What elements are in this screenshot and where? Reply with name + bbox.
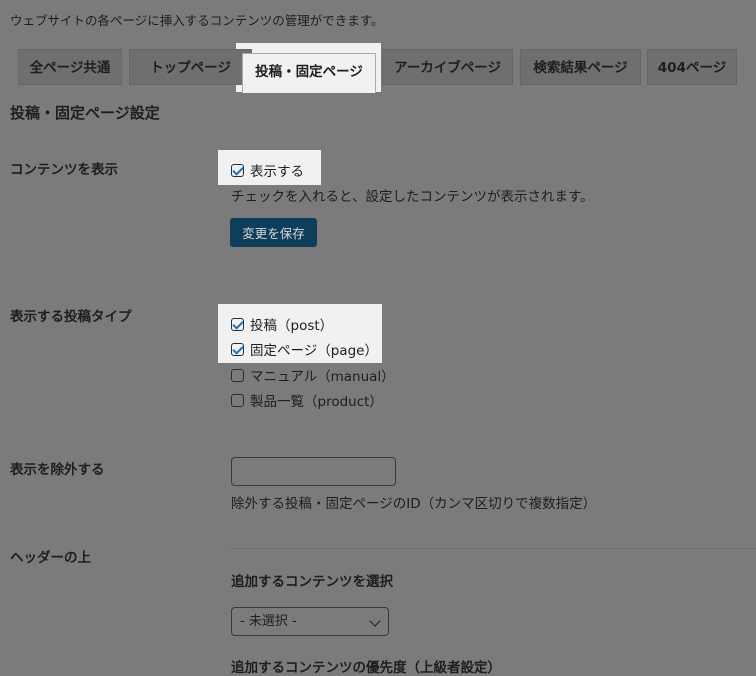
section-title: 投稿・固定ページ設定 xyxy=(10,104,160,122)
post-type-manual-label: マニュアル（manual） xyxy=(250,369,395,385)
post-type-post-checkbox[interactable] xyxy=(231,317,244,331)
divider xyxy=(230,548,756,549)
display-checkbox-row[interactable]: 表示する xyxy=(231,160,304,180)
save-button[interactable]: 変更を保存 xyxy=(230,218,317,247)
exclude-description: 除外する投稿・固定ページのID（カンマ区切りで複数指定） xyxy=(231,496,597,512)
exclude-label: 表示を除外する xyxy=(10,462,105,478)
exclude-input[interactable] xyxy=(231,457,396,486)
tab-404[interactable]: 404ページ xyxy=(647,49,737,85)
tab-search-results[interactable]: 検索結果ページ xyxy=(520,49,641,85)
post-type-page-label: 固定ページ（page） xyxy=(250,343,378,359)
post-type-manual-row[interactable]: マニュアル（manual） xyxy=(231,365,395,385)
post-type-post-row[interactable]: 投稿（post） xyxy=(231,314,333,334)
tab-archive[interactable]: アーカイブページ xyxy=(382,49,513,85)
display-checkbox-label: 表示する xyxy=(250,164,304,180)
header-top-label: ヘッダーの上 xyxy=(10,550,91,566)
post-type-post-label: 投稿（post） xyxy=(250,318,334,334)
tab-top-page[interactable]: トップページ xyxy=(129,49,252,85)
display-checkbox[interactable] xyxy=(231,163,244,177)
post-type-manual-checkbox[interactable] xyxy=(231,368,244,382)
post-types-label: 表示する投稿タイプ xyxy=(10,309,132,325)
page-description: ウェブサイトの各ページに挿入するコンテンツの管理ができます。 xyxy=(10,13,384,28)
chevron-down-icon xyxy=(369,615,381,627)
post-type-page-checkbox[interactable] xyxy=(231,342,244,356)
display-label: コンテンツを表示 xyxy=(10,162,118,178)
post-type-product-checkbox[interactable] xyxy=(231,393,244,407)
content-select[interactable]: - 未選択 - xyxy=(231,607,389,636)
content-select-value: - 未選択 - xyxy=(240,614,297,629)
display-description: チェックを入れると、設定したコンテンツが表示されます。 xyxy=(231,189,594,205)
tab-post-page[interactable]: 投稿・固定ページ xyxy=(242,53,376,93)
post-type-product-label: 製品一覧（product） xyxy=(250,394,383,410)
post-type-page-row[interactable]: 固定ページ（page） xyxy=(231,339,378,359)
post-type-product-row[interactable]: 製品一覧（product） xyxy=(231,390,383,410)
priority-label: 追加するコンテンツの優先度（上級者設定） xyxy=(231,660,501,676)
select-content-label: 追加するコンテンツを選択 xyxy=(231,574,393,590)
tab-common[interactable]: 全ページ共通 xyxy=(18,49,122,85)
